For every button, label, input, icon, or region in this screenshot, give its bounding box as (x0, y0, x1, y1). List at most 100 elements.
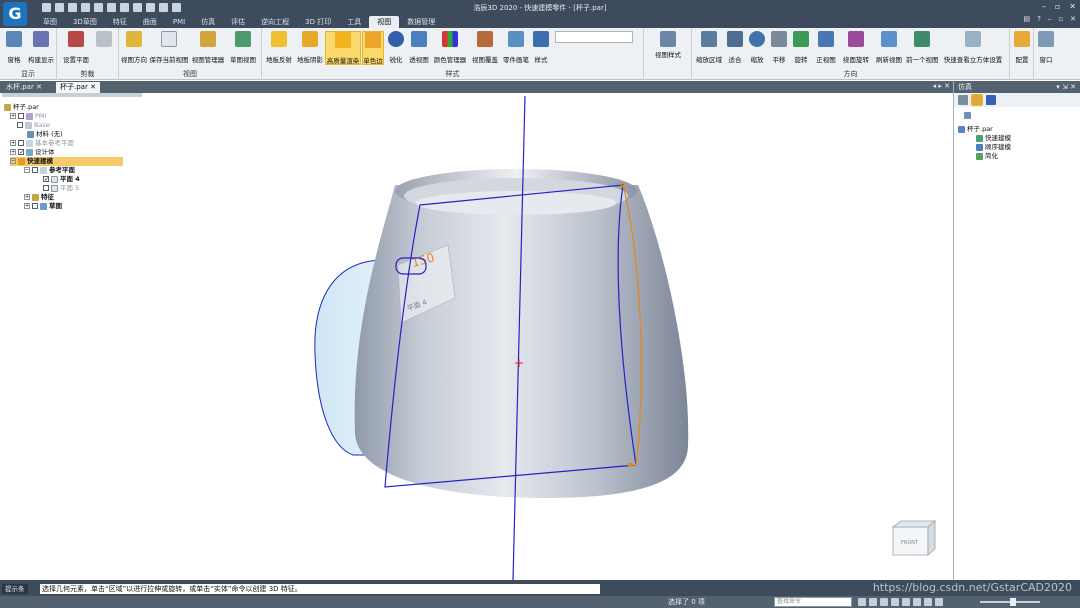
doc-tabs-controls[interactable]: ◂ ▸ ✕ (933, 82, 950, 90)
tab-surface[interactable]: 曲面 (135, 16, 165, 28)
style-button[interactable]: 样式 (532, 31, 550, 65)
tree-item-base[interactable]: Base (17, 121, 50, 130)
tree-item-sketches[interactable]: + 草图 (24, 202, 62, 211)
status-icon-3[interactable] (880, 598, 888, 606)
tree-item-features[interactable]: + 特征 (24, 193, 54, 202)
tab-evaluate[interactable]: 评估 (223, 16, 253, 28)
layout-icon[interactable]: ▤ (1024, 15, 1031, 23)
view-overlay-button[interactable]: 视图覆盖 (470, 31, 500, 65)
doc-restore-icon[interactable]: ▫ (1058, 15, 1063, 23)
pane-button[interactable]: 窗格 (3, 31, 25, 65)
tab-data-management[interactable]: 数据管理 (399, 16, 443, 28)
expand-icon[interactable]: + (10, 140, 16, 146)
sketch-view-button[interactable]: 草图视图 (227, 31, 259, 65)
tree-scrollbar[interactable] (2, 93, 142, 97)
previous-view-button[interactable]: 前一个视图 (906, 31, 939, 65)
collapse-icon[interactable]: − (24, 167, 30, 173)
status-icon-6[interactable] (913, 598, 921, 606)
doc-close-icon[interactable]: ✕ (1070, 15, 1076, 23)
status-icon-8[interactable] (935, 598, 943, 606)
status-icon-1[interactable] (858, 598, 866, 606)
collapse-icon[interactable]: − (10, 158, 16, 164)
view-style-button[interactable]: 视图样式 (648, 31, 688, 65)
construction-display-button[interactable]: 构建显示 (27, 31, 55, 65)
checkbox[interactable]: ✓ (18, 149, 24, 156)
command-search-input[interactable]: 查找命令 (774, 597, 852, 607)
minimize-icon[interactable]: – (1042, 2, 1046, 11)
status-icon-4[interactable] (891, 598, 899, 606)
expand-icon[interactable]: + (10, 149, 16, 155)
clip-off-button[interactable] (95, 31, 113, 65)
help-icon[interactable] (986, 95, 996, 105)
tab-feature[interactable]: 特征 (105, 16, 135, 28)
tab-pmi[interactable]: PMI (165, 16, 193, 28)
tree-item-plane-4[interactable]: ✓ 平面 4 (43, 175, 80, 184)
status-icon-7[interactable] (924, 598, 932, 606)
floor-reflection-button[interactable]: 地板反射 (264, 31, 294, 65)
pane-item-ordered[interactable]: 顺序建模 (976, 143, 1011, 152)
tree-item-ref-planes[interactable]: − 参考平面 (24, 166, 75, 175)
view-manager-button[interactable]: 视图管理器 (191, 31, 225, 65)
zoom-button[interactable]: 缩放 (748, 31, 766, 65)
view-cube[interactable]: FRONT (891, 520, 937, 556)
tree-item-plane-5[interactable]: 平面 5 (43, 184, 79, 193)
pan-button[interactable]: 平移 (770, 31, 788, 65)
sharpen-button[interactable]: 锐化 (386, 31, 406, 65)
style-select[interactable] (555, 31, 633, 43)
rotate-about-face-button[interactable]: 绕面旋转 (840, 31, 872, 65)
checkbox[interactable] (18, 140, 24, 146)
doc-tab-cup2[interactable]: 杯子.par ✕ (56, 82, 100, 93)
tree-item-material[interactable]: 材料 (无) (27, 130, 63, 139)
checkbox[interactable] (32, 167, 38, 173)
pane-item-quick[interactable]: 快速建模 (976, 134, 1011, 143)
window-button[interactable]: 窗口 (1036, 31, 1056, 65)
edge-endpoint-bottom[interactable] (628, 463, 632, 467)
expand-icon[interactable]: + (10, 113, 16, 119)
part-painter-button[interactable]: 零件画笔 (502, 31, 530, 65)
checkbox[interactable] (32, 203, 38, 209)
perspective-button[interactable]: 透视图 (408, 31, 430, 65)
status-icon-2[interactable] (869, 598, 877, 606)
doc-minimize-icon[interactable]: – (1048, 15, 1052, 23)
help-icon[interactable]: ? (1037, 15, 1041, 23)
tree-item-base-planes[interactable]: + 基本参考平面 (10, 139, 74, 148)
fit-button[interactable]: 适合 (726, 31, 744, 65)
tab-3d-print[interactable]: 3D 打印 (297, 16, 339, 28)
prompt-bar-tag[interactable]: 提示条 (2, 584, 28, 594)
zoom-slider-knob[interactable] (1010, 598, 1016, 606)
checkbox[interactable]: ✓ (43, 176, 49, 183)
simulation-icon[interactable] (971, 94, 983, 106)
pane-refresh[interactable] (964, 111, 973, 120)
tab-view[interactable]: 视图 (369, 16, 400, 28)
view-cube-settings-button[interactable]: 快速查看立方体设置 (940, 31, 1006, 65)
tab-tools[interactable]: 工具 (339, 16, 369, 28)
tree-item-pmi[interactable]: + PMI (10, 112, 46, 121)
pane-root[interactable]: 杯子.par (958, 125, 993, 134)
close-icon[interactable]: ✕ (1069, 2, 1076, 11)
tree-root[interactable]: 杯子.par (4, 103, 39, 112)
doc-tab-cup1[interactable]: 水杯.par ✕ (2, 82, 46, 93)
tab-3d-sketch[interactable]: 3D草图 (65, 16, 105, 28)
expand-icon[interactable]: + (24, 203, 30, 209)
high-quality-render-button[interactable]: 高质量渲染 (325, 31, 361, 65)
floor-shadow-button[interactable]: 地板阴影 (295, 31, 325, 65)
graphics-viewport[interactable]: 平面 4 150 FRONT (143, 93, 951, 580)
restore-icon[interactable]: ▫ (1055, 2, 1060, 11)
status-icon-5[interactable] (902, 598, 910, 606)
model-icon[interactable] (958, 95, 968, 105)
rotate-button[interactable]: 旋转 (792, 31, 810, 65)
tab-sketch[interactable]: 草图 (35, 16, 65, 28)
zoom-area-button[interactable]: 缩放区域 (694, 31, 724, 65)
pane-item-simplify[interactable]: 简化 (976, 152, 998, 161)
refresh-view-button[interactable]: 刷新视图 (874, 31, 904, 65)
tab-simulation[interactable]: 仿真 (193, 16, 223, 28)
configure-button[interactable]: 配置 (1012, 31, 1032, 65)
save-current-view-button[interactable]: 保存当前视图 (149, 31, 189, 65)
set-plane-button[interactable]: 设置平面 (60, 31, 92, 65)
pane-controls[interactable]: ▾ ⇲ ✕ (1056, 81, 1076, 93)
view-orientation-button[interactable]: 视图方向 (120, 31, 148, 65)
checkbox[interactable] (18, 113, 24, 119)
checkbox[interactable] (43, 185, 49, 191)
tab-reverse[interactable]: 逆向工程 (253, 16, 297, 28)
expand-icon[interactable]: + (24, 194, 30, 200)
